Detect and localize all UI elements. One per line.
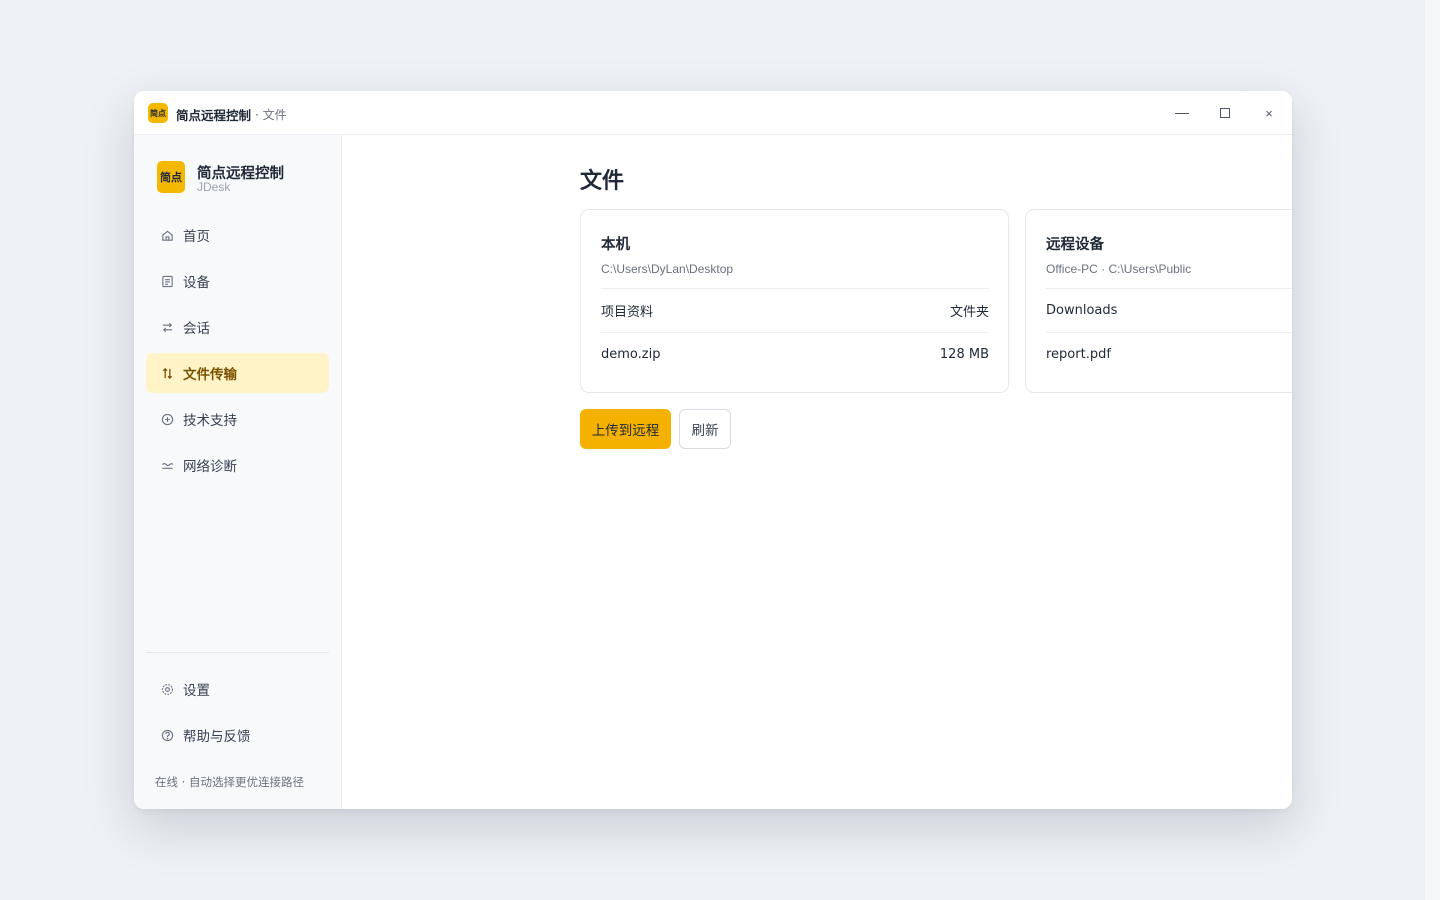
sidebar-item-help[interactable]: 帮助与反馈	[146, 715, 329, 755]
minimize-icon	[1175, 112, 1189, 114]
remote-files-card: 远程设备 Office-PC · C:\Users\Public Downloa…	[1025, 209, 1292, 393]
file-size: 128 MB	[939, 347, 989, 362]
close-button[interactable]: ×	[1254, 99, 1284, 127]
sidebar-item-label: 首页	[183, 229, 210, 245]
maximize-icon	[1220, 108, 1230, 118]
swap-icon	[160, 320, 174, 334]
app-window: 简点 简点远程控制 · 文件 × 简点 简点远程控制 JDesk 首页 设备 会…	[134, 91, 1292, 809]
sidebar-item-label: 设置	[183, 683, 210, 699]
app-logo-icon: 简点	[148, 103, 168, 123]
card-title: 远程设备	[1046, 237, 1104, 253]
sidebar-item-devices[interactable]: 设备	[146, 261, 329, 301]
upload-to-remote-button[interactable]: 上传到远程	[580, 409, 671, 449]
file-name: report.pdf	[1046, 347, 1111, 362]
window-section-name: · 文件	[255, 108, 287, 122]
sidebar-item-home[interactable]: 首页	[146, 215, 329, 255]
home-icon	[160, 228, 174, 242]
desktop-strip	[1425, 0, 1440, 900]
sidebar-item-label: 技术支持	[183, 413, 237, 429]
support-icon	[160, 412, 174, 426]
title-bar: 简点 简点远程控制 · 文件 ×	[134, 91, 1292, 135]
minimize-button[interactable]	[1167, 99, 1197, 127]
sidebar-divider	[146, 652, 329, 653]
sidebar: 简点 简点远程控制 JDesk 首页 设备 会话 文件传输 技术支持 网络诊断 …	[134, 135, 342, 809]
sidebar-item-label: 会话	[183, 321, 210, 337]
maximize-button[interactable]	[1210, 99, 1240, 127]
brand-logo-icon: 简点	[157, 161, 185, 193]
transfer-icon	[160, 366, 174, 380]
wave-icon	[160, 458, 174, 472]
sidebar-item-label: 设备	[183, 275, 210, 291]
file-name: demo.zip	[601, 347, 661, 362]
help-icon	[160, 728, 174, 742]
sidebar-item-support[interactable]: 技术支持	[146, 399, 329, 439]
card-title: 本机	[601, 237, 630, 253]
sidebar-item-label: 网络诊断	[183, 459, 237, 475]
window-app-name: 简点远程控制	[176, 108, 252, 123]
list-item[interactable]: demo.zip 128 MB	[601, 332, 989, 376]
sidebar-item-label: 文件传输	[183, 367, 237, 383]
brand-subtitle: JDesk	[197, 180, 231, 194]
card-path: Office-PC · C:\Users\Public	[1046, 262, 1192, 276]
list-item[interactable]: 项目资料 文件夹	[601, 288, 989, 332]
refresh-button[interactable]: 刷新	[679, 409, 731, 449]
sidebar-item-sessions[interactable]: 会话	[146, 307, 329, 347]
local-files-card: 本机 C:\Users\DyLan\Desktop 项目资料 文件夹 demo.…	[580, 209, 1009, 393]
file-name: 项目资料	[601, 305, 654, 320]
file-name: Downloads	[1046, 303, 1118, 318]
file-size: 文件夹	[949, 305, 989, 320]
settings-icon	[160, 682, 174, 696]
close-icon: ×	[1265, 105, 1273, 121]
sidebar-item-network-diagnosis[interactable]: 网络诊断	[146, 445, 329, 485]
sidebar-item-file-transfer[interactable]: 文件传输	[146, 353, 329, 393]
card-path: C:\Users\DyLan\Desktop	[601, 262, 734, 276]
device-list-icon	[160, 274, 174, 288]
page-title: 文件	[580, 169, 625, 194]
sidebar-item-settings[interactable]: 设置	[146, 669, 329, 709]
list-item[interactable]: report.pdf	[1046, 332, 1292, 376]
list-item[interactable]: Downloads	[1046, 288, 1292, 332]
connection-status: 在线 · 自动选择更优连接路径	[155, 775, 304, 789]
sidebar-item-label: 帮助与反馈	[183, 729, 251, 745]
